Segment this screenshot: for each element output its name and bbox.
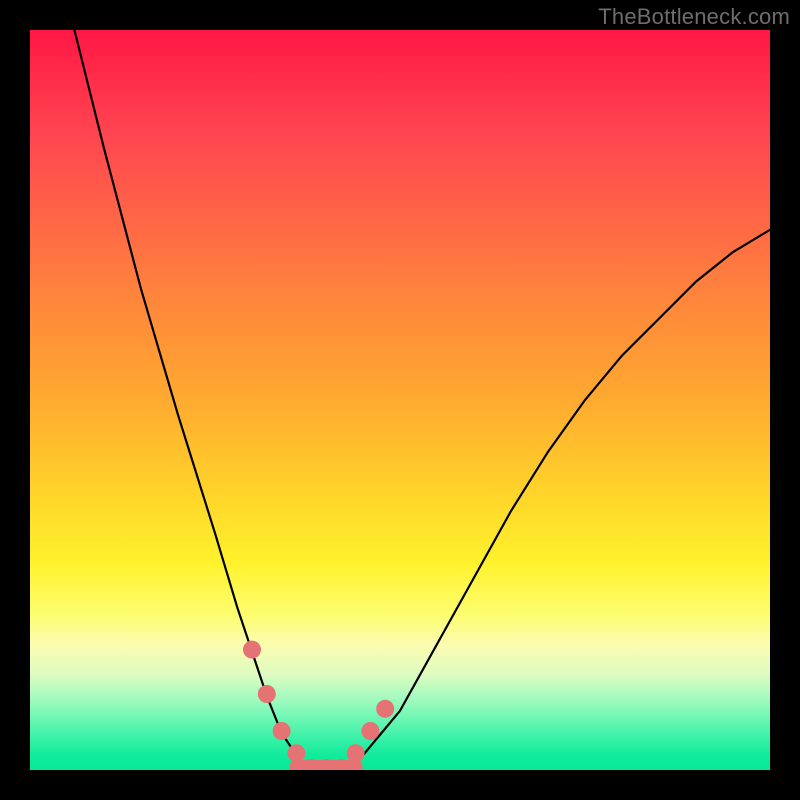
- marker-group: [243, 641, 394, 770]
- marker-dot: [376, 700, 394, 718]
- chart-frame: [30, 30, 770, 770]
- marker-dot: [243, 641, 261, 659]
- marker-dot: [287, 744, 305, 762]
- bottleneck-curve: [74, 30, 770, 770]
- marker-dot: [273, 722, 291, 740]
- marker-dot: [347, 744, 365, 762]
- marker-dot: [258, 685, 276, 703]
- marker-dot: [361, 722, 379, 740]
- watermark-text: TheBottleneck.com: [598, 4, 790, 30]
- bottleneck-chart: [30, 30, 770, 770]
